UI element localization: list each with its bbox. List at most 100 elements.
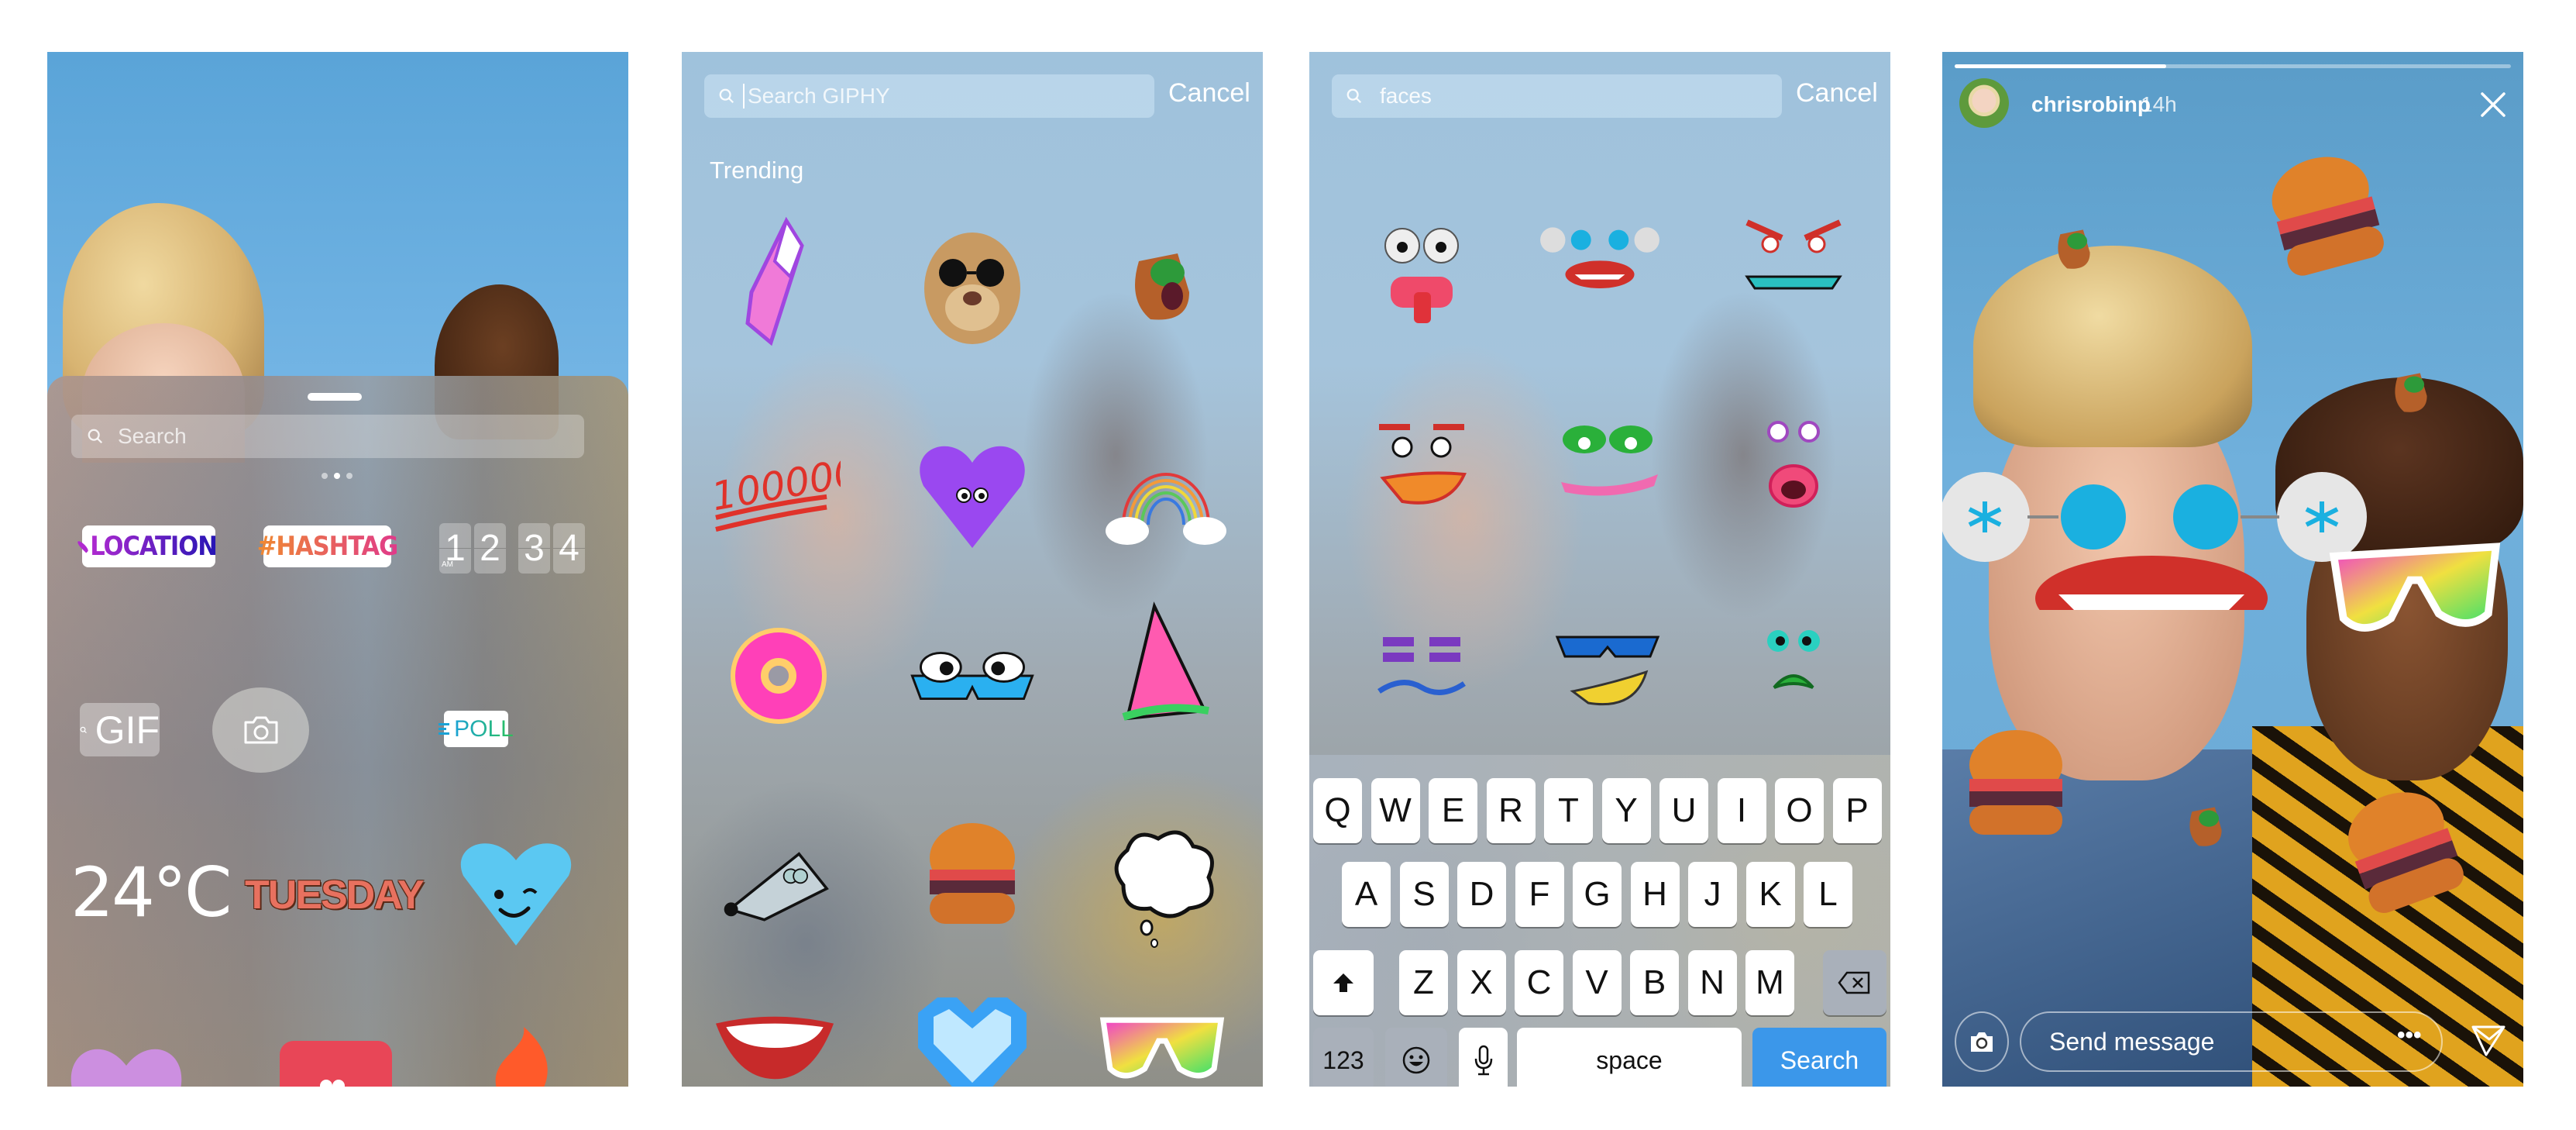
key-t[interactable]: T (1544, 778, 1593, 843)
clock-sticker[interactable]: AM 1 2 3 4 (439, 523, 585, 574)
gif-blue-eyeballs-teeth[interactable] (1534, 199, 1666, 331)
search-key[interactable]: Search (1752, 1028, 1886, 1087)
key-s[interactable]: S (1399, 862, 1449, 927)
giphy-search-input[interactable]: Search GIPHY (704, 74, 1154, 118)
gif-dog-sunglasses[interactable] (906, 215, 1038, 346)
gif-wizard-hat[interactable] (1096, 594, 1228, 726)
key-b[interactable]: B (1630, 950, 1679, 1015)
key-c[interactable]: C (1515, 950, 1563, 1015)
gif-purple-eyes-pink-mouth[interactable] (1728, 401, 1859, 532)
placed-rainbow-sunglasses-sticker[interactable] (2318, 532, 2512, 656)
send-direct-icon[interactable] (2471, 1022, 2506, 1058)
key-h[interactable]: H (1630, 862, 1680, 927)
gif-cartoon-rat[interactable] (709, 819, 841, 951)
search-icon (1346, 88, 1362, 104)
giphy-search-input[interactable]: faces (1332, 74, 1782, 118)
search-icon (88, 429, 103, 444)
placed-burger-sticker[interactable] (2330, 780, 2477, 920)
gif-cartoon-eyes-glasses[interactable] (906, 610, 1038, 742)
key-z[interactable]: Z (1399, 950, 1448, 1015)
placed-taco-sticker[interactable] (2035, 203, 2113, 288)
sticker-tray-screen: Search LOCATION #HASHTAG AM 1 2 3 4 GIF P… (47, 52, 628, 1087)
gif-burger[interactable] (906, 811, 1038, 943)
story-username[interactable]: chrisrobinp (2031, 92, 2151, 117)
gif-rainbow-clouds[interactable] (1100, 416, 1232, 548)
gif-teal-eyes-green-mouth[interactable] (1728, 594, 1859, 726)
cancel-button[interactable]: Cancel (1168, 78, 1250, 109)
gif-rainbow-sunglasses[interactable] (1096, 982, 1228, 1087)
hashtag-sticker[interactable]: #HASHTAG (257, 525, 398, 567)
fire-sticker[interactable] (481, 1027, 551, 1087)
key-w[interactable]: W (1371, 778, 1420, 843)
key-q[interactable]: Q (1313, 778, 1362, 843)
placed-taco-sticker[interactable] (2372, 346, 2450, 432)
key-x[interactable]: X (1457, 950, 1506, 1015)
key-n[interactable]: N (1687, 950, 1737, 1015)
emoji-key[interactable] (1385, 1028, 1447, 1087)
gif-eyes-tongue-face[interactable] (1356, 207, 1487, 339)
more-options-button[interactable]: ••• (2397, 1022, 2422, 1049)
giphy-trending-screen: Search GIPHY Cancel Trending 1000000 (682, 52, 1263, 1087)
like-counter-sticker[interactable] (280, 1041, 392, 1087)
gif-red-brows-orange-mouth[interactable] (1356, 401, 1487, 532)
close-icon[interactable] (2479, 91, 2507, 119)
gif-angry-red-eyes-teeth[interactable] (1728, 199, 1859, 331)
gif-lips-grill[interactable] (709, 982, 841, 1087)
key-v[interactable]: V (1572, 950, 1622, 1015)
key-p[interactable]: P (1832, 778, 1882, 843)
gif-sunglasses-gold-teeth[interactable] (1542, 594, 1673, 726)
search-icon (80, 726, 87, 733)
key-m[interactable]: M (1745, 950, 1794, 1015)
weekday-sticker[interactable]: TUESDAY (245, 872, 425, 918)
space-key[interactable]: space (1517, 1028, 1742, 1087)
key-i[interactable]: I (1717, 778, 1766, 843)
gif-purple-eyes-wavy-mouth[interactable] (1356, 594, 1487, 726)
shift-key[interactable] (1313, 950, 1374, 1015)
search-placeholder: Search (118, 424, 187, 448)
key-g[interactable]: G (1573, 862, 1622, 927)
gif-taco[interactable] (1096, 215, 1228, 346)
camera-sticker-button[interactable] (212, 687, 309, 773)
delete-key[interactable] (1823, 950, 1886, 1015)
gif-pink-crystal[interactable] (713, 215, 844, 346)
placed-blue-eyeballs-teeth-sticker[interactable] (1942, 455, 2376, 610)
key-a[interactable]: A (1342, 862, 1391, 927)
key-j[interactable]: J (1688, 862, 1737, 927)
sticker-search-input[interactable]: Search (71, 415, 584, 458)
poll-sticker[interactable]: POLL (439, 711, 514, 747)
key-d[interactable]: D (1457, 862, 1506, 927)
gif-sticker-button[interactable]: GIF (80, 703, 160, 756)
sheet-grabber-handle[interactable] (308, 393, 362, 401)
key-f[interactable]: F (1515, 862, 1564, 927)
keyboard: QWERTYUIOP ASDFGHJKL ZXCVBNM 123 space S… (1309, 755, 1890, 1087)
send-message-input[interactable]: Send message ••• (2020, 1011, 2443, 1072)
placed-burger-sticker[interactable] (2256, 141, 2395, 288)
key-l[interactable]: L (1804, 862, 1852, 927)
gif-pixel-heart[interactable] (906, 982, 1038, 1087)
key-e[interactable]: E (1429, 778, 1477, 843)
cancel-button[interactable]: Cancel (1796, 78, 1878, 109)
temperature-sticker[interactable]: 24°C (71, 853, 232, 932)
gif-thought-bubble[interactable] (1096, 819, 1228, 951)
dictation-key[interactable] (1459, 1028, 1508, 1087)
gif-green-eyes-pink-mouth[interactable] (1542, 401, 1673, 532)
key-y[interactable]: Y (1601, 778, 1651, 843)
camera-reply-button[interactable] (1955, 1011, 2009, 1072)
key-k[interactable]: K (1745, 862, 1795, 927)
message-placeholder: Send message (2049, 1028, 2215, 1056)
key-o[interactable]: O (1775, 778, 1824, 843)
gif-pink-donut[interactable] (713, 610, 844, 742)
search-query: faces (1380, 84, 1432, 108)
key-u[interactable]: U (1659, 778, 1708, 843)
key-r[interactable]: R (1486, 778, 1536, 843)
purple-heart-sticker[interactable] (64, 1035, 188, 1087)
gif-purple-heart[interactable] (906, 424, 1038, 556)
placed-burger-sticker[interactable] (1946, 718, 2086, 850)
placed-taco-sticker[interactable] (2167, 780, 2244, 866)
avatar[interactable] (1959, 78, 2009, 128)
location-sticker[interactable]: LOCATION (76, 525, 218, 567)
winking-heart-sticker[interactable] (454, 829, 578, 953)
numbers-key[interactable]: 123 (1313, 1028, 1374, 1087)
gif-1000000[interactable]: 1000000 (709, 424, 841, 556)
story-progress-bar (1955, 64, 2511, 68)
